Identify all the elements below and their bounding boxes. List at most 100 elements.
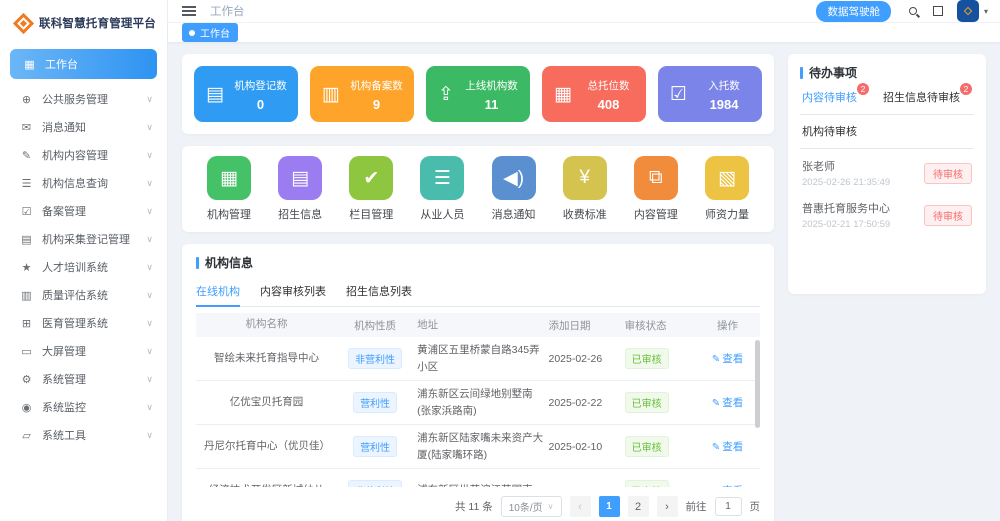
sidebar-item-talent-training[interactable]: ★ 人才培训系统 ∨ [0,253,167,281]
edit-icon [712,441,722,453]
filing-search-icon: ▥ [322,85,340,104]
table-body[interactable]: 智绘未来托育指导中心 非营利性 黄浦区五里桥蒙自路345弄小区 2025-02-… [196,337,760,487]
quick-link-fee-standard[interactable]: ¥ 收费标准 [556,156,614,222]
search-icon[interactable] [909,7,917,15]
sidebar-item-message-notice[interactable]: ✉ 消息通知 ∨ [0,113,167,141]
tab-content-pending[interactable]: 内容待审核2 [802,89,857,105]
quick-link-staff[interactable]: ☰ 从业人员 [413,156,471,222]
user-menu-caret-icon[interactable]: ▾ [984,7,988,16]
date-added: 2025-02-26 [548,353,624,365]
table-row: 智绘未来托育指导中心 非营利性 黄浦区五里桥蒙自路345弄小区 2025-02-… [196,337,760,381]
fullscreen-icon[interactable] [933,6,943,16]
tab-workbench-chip[interactable]: 工作台 [182,23,238,42]
content-sitemap-icon: ⧉ [634,156,678,200]
collection-icon: ▤ [20,233,33,246]
stat-org-registered[interactable]: ▤ 机构登记数0 [194,66,298,122]
chevron-down-icon: ∨ [146,430,153,441]
sidebar-item-screen-mgmt[interactable]: ▭ 大屏管理 ∨ [0,337,167,365]
screen-icon: ▭ [20,345,33,358]
goto-label: 前往 [686,499,707,514]
quick-link-label: 消息通知 [485,206,543,222]
chevron-down-icon: ∨ [146,402,153,413]
chevron-down-icon: ∨ [146,234,153,245]
chevron-down-icon: ∨ [146,318,153,329]
sidebar-item-quality-eval[interactable]: ▥ 质量评估系统 ∨ [0,281,167,309]
avatar[interactable] [957,0,979,22]
tab-content-review-list[interactable]: 内容审核列表 [260,279,326,306]
quick-link-org-mgmt[interactable]: ▦ 机构管理 [200,156,258,222]
app-logo: 联科智慧托育管理平台 [0,0,167,43]
stat-total-slots[interactable]: ▦ 总托位数408 [542,66,646,122]
sidebar-item-care-mgmt[interactable]: ⊞ 医育管理系统 ∨ [0,309,167,337]
sidebar-item-system-monitor[interactable]: ◉ 系统监控 ∨ [0,393,167,421]
edit-icon [712,397,722,409]
quality-doc-icon: ▥ [20,289,33,302]
dashboard-icon: ▦ [23,58,36,71]
content-edit-icon: ✎ [20,149,33,162]
chevron-down-icon: ∨ [146,178,153,189]
sidebar-item-workbench[interactable]: ▦ 工作台 [10,49,157,79]
view-link[interactable]: 查看 [712,397,743,409]
stat-org-online[interactable]: ⇪ 上线机构数11 [426,66,530,122]
sidebar-item-label: 人才培训系统 [42,259,108,275]
col-org-type: 机构性质 [337,318,413,333]
tab-enrollment-pending[interactable]: 招生信息待审核2 [883,89,960,105]
org-address: 浦东新区世茂滨江花园南 [413,482,548,487]
sidebar-item-collection-registry[interactable]: ▤ 机构采集登记管理 ∨ [0,225,167,253]
sidebar-item-org-info-query[interactable]: ☰ 机构信息查询 ∨ [0,169,167,197]
org-name: 经济技术开发区新城幼儿 [196,483,337,487]
quick-link-notifications[interactable]: ◀) 消息通知 [485,156,543,222]
col-actions: 操作 [695,318,760,333]
content: ▤ 机构登记数0 ▥ 机构备案数9 ⇪ 上线机构数11 ▦ 总托位数408 [168,43,1000,521]
care-system-icon: ⊞ [20,317,33,330]
sidebar: 联科智慧托育管理平台 ▦ 工作台 ⊕ 公共服务管理 ∨ ✉ 消息通知 ∨ ✎ 机… [0,0,168,521]
todo-title-text: 待办事项 [809,64,857,81]
sidebar-item-label: 机构信息查询 [42,175,108,191]
sidebar-item-filing-mgmt[interactable]: ☑ 备案管理 ∨ [0,197,167,225]
sidebar-item-system-mgmt[interactable]: ⚙ 系统管理 ∨ [0,365,167,393]
sidebar-item-label: 医育管理系统 [42,315,108,331]
quick-link-content-mgmt[interactable]: ⧉ 内容管理 [627,156,685,222]
tab-org-pending[interactable]: 机构待审核 [802,123,857,139]
view-link[interactable]: 查看 [712,441,743,453]
data-cockpit-button[interactable]: 数据驾驶舱 [816,1,891,22]
capacity-doc-icon: ▦ [554,85,572,104]
org-name: 智绘未来托育指导中心 [196,351,337,367]
stat-enrolled[interactable]: ☑ 入托数1984 [658,66,762,122]
page-button-2[interactable]: 2 [628,496,649,517]
logo-diamond-icon [13,12,34,33]
org-name: 丹尼尔托育中心（优贝佳） [196,439,337,455]
sidebar-item-system-tools[interactable]: ▱ 系统工具 ∨ [0,421,167,449]
page-size-select[interactable]: 10条/页∨ [501,496,562,517]
col-review-status: 审核状态 [625,318,696,333]
view-link[interactable]: 查看 [712,485,743,487]
todo-item[interactable]: 普惠托育服务中心 2025-02-21 17:50:59 待审核 [800,191,974,233]
todo-item[interactable]: 张老师 2025-02-26 21:35:49 待审核 [800,149,974,191]
quick-link-column-mgmt[interactable]: ✔ 栏目管理 [342,156,400,222]
quick-link-teachers[interactable]: ▧ 师资力量 [698,156,756,222]
sidebar-item-label: 公共服务管理 [42,91,108,107]
edit-icon [712,485,722,487]
page-button-1[interactable]: 1 [599,496,620,517]
sidebar-item-org-content[interactable]: ✎ 机构内容管理 ∨ [0,141,167,169]
goto-page-input[interactable] [715,497,742,516]
next-page-button[interactable]: › [657,496,678,517]
chevron-down-icon: ∨ [146,290,153,301]
quick-link-enrollment-info[interactable]: ▤ 招生信息 [271,156,329,222]
stat-org-filed[interactable]: ▥ 机构备案数9 [310,66,414,122]
sidebar-item-public-service[interactable]: ⊕ 公共服务管理 ∨ [0,85,167,113]
query-list-icon: ☰ [20,177,33,190]
todo-time: 2025-02-26 21:35:49 [802,177,890,188]
date-added: 2025-02-10 [548,441,624,453]
sidebar-item-label: 备案管理 [42,203,86,219]
avatar-logo-icon [964,7,972,15]
active-dot-icon [189,30,195,36]
sidebar-fold-icon[interactable] [182,6,196,16]
view-link[interactable]: 查看 [712,353,743,365]
tab-online-orgs[interactable]: 在线机构 [196,279,240,307]
app-window: 联科智慧托育管理平台 ▦ 工作台 ⊕ 公共服务管理 ∨ ✉ 消息通知 ∨ ✎ 机… [0,0,1000,521]
table-scrollbar[interactable] [755,340,760,428]
tab-enrollment-info-list[interactable]: 招生信息列表 [346,279,412,306]
prev-page-button[interactable]: ‹ [570,496,591,517]
org-tabs: 在线机构 内容审核列表 招生信息列表 [196,279,760,307]
